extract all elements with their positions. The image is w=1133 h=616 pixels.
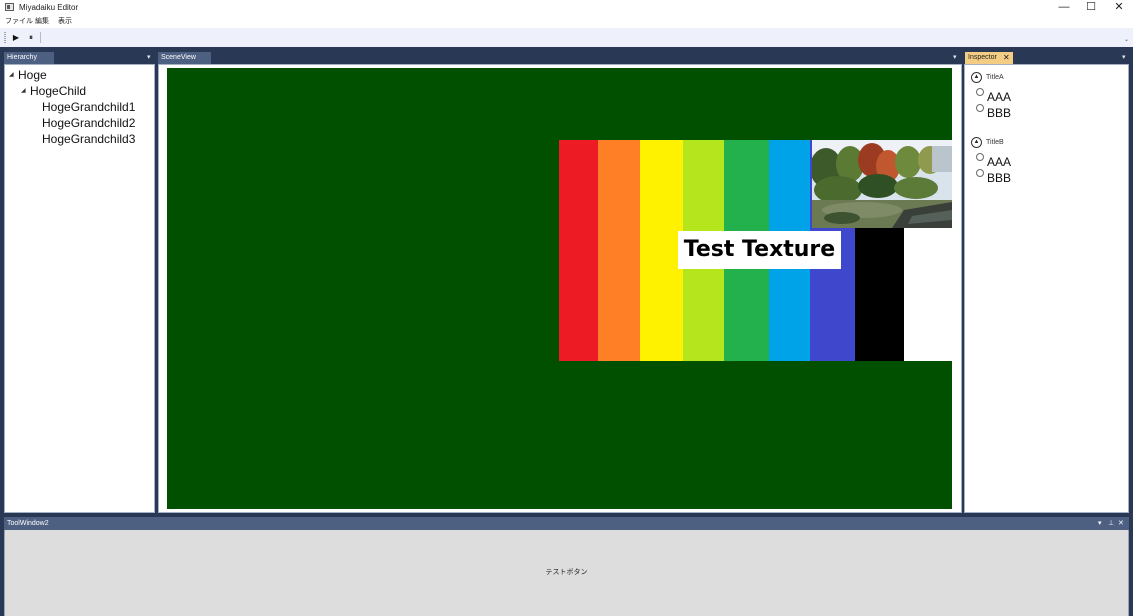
toolbar-grip[interactable] <box>4 32 6 43</box>
radio-label: AAA <box>987 155 1012 169</box>
inspector-panel <box>964 64 1129 513</box>
radio-label: AAA <box>987 90 1012 104</box>
inspector-menu-icon[interactable]: ▾ <box>1122 54 1126 62</box>
tree-expand-icon[interactable]: ◢ <box>9 71 14 79</box>
maximize-button[interactable]: ☐ <box>1077 0 1105 16</box>
radio-button[interactable] <box>976 88 984 96</box>
sceneview-header: SceneView ▾ <box>158 50 962 64</box>
tree-item-hogegrandchild1[interactable]: HogeGrandchild1 <box>42 100 135 114</box>
test-button[interactable]: テストボタン <box>5 530 1128 616</box>
sceneview-menu-icon[interactable]: ▾ <box>953 54 957 62</box>
pin-icon[interactable]: ⊥ <box>1108 518 1114 529</box>
toolwindow-close-icon[interactable]: ✕ <box>1118 518 1124 529</box>
app-icon <box>5 3 14 11</box>
chevron-up-icon[interactable]: ▲ <box>971 137 982 148</box>
radio-button[interactable] <box>976 169 984 177</box>
close-icon[interactable]: ✕ <box>1003 52 1010 64</box>
texture-stripe-orange <box>598 140 640 361</box>
radio-label: BBB <box>987 171 1012 185</box>
menu-edit[interactable]: 編集 <box>35 17 49 27</box>
hierarchy-menu-icon[interactable]: ▾ <box>147 54 151 62</box>
toolbar-overflow-icon[interactable]: ⌄ <box>1124 36 1129 44</box>
toolwindow-title: ToolWindow2 <box>7 520 49 527</box>
tab-hierarchy[interactable]: Hierarchy <box>4 52 54 64</box>
radio-button[interactable] <box>976 153 984 161</box>
inspector-group-a-title: TitleA <box>986 74 1004 81</box>
pause-button[interactable]: ⏸ <box>24 30 38 45</box>
texture-label-box: Test Texture <box>678 231 841 269</box>
tree-item-hogechild[interactable]: HogeChild <box>30 84 86 98</box>
toolwindow-menu-icon[interactable]: ▾ <box>1098 518 1102 529</box>
texture-stripe-red <box>559 140 598 361</box>
texture-label: Test Texture <box>683 237 836 262</box>
tab-inspector[interactable]: Inspector ✕ <box>965 52 1013 64</box>
tree-item-hogegrandchild2[interactable]: HogeGrandchild2 <box>42 116 135 130</box>
close-button[interactable]: ✕ <box>1105 0 1133 16</box>
toolbar-separator <box>40 32 41 43</box>
window-title: Miyadaiku Editor <box>19 3 79 12</box>
radio-button[interactable] <box>976 104 984 112</box>
menu-bar: ファイル 編集 表示 <box>0 16 1133 28</box>
play-button[interactable]: ▶ <box>9 30 23 45</box>
inspector-header: Inspector ✕ ▾ <box>965 50 1129 64</box>
tree-item-hoge[interactable]: Hoge <box>18 68 47 82</box>
menu-view[interactable]: 表示 <box>58 17 72 27</box>
tree-expand-icon[interactable]: ◢ <box>21 87 26 95</box>
toolwindow-header[interactable]: ToolWindow2 ▾ ⊥ ✕ <box>4 517 1129 530</box>
toolbar: ▶ ⏸ ⌄ <box>0 28 1133 47</box>
tab-sceneview[interactable]: SceneView <box>158 52 211 64</box>
minimize-button[interactable]: — <box>1050 0 1078 16</box>
chevron-up-icon[interactable]: ▲ <box>971 72 982 83</box>
inspector-group-b-title: TitleB <box>986 139 1004 146</box>
hierarchy-header: Hierarchy ▾ <box>4 50 155 64</box>
tab-inspector-label: Inspector <box>968 54 997 61</box>
texture-stripe-yellow <box>640 140 683 361</box>
toolwindow-body: テストボタン <box>4 530 1129 616</box>
title-bar: Miyadaiku Editor — ☐ ✕ <box>0 0 1133 16</box>
radio-label: BBB <box>987 106 1012 120</box>
tree-item-hogegrandchild3[interactable]: HogeGrandchild3 <box>42 132 135 146</box>
garden-photo <box>812 140 952 228</box>
menu-file[interactable]: ファイル <box>5 17 33 27</box>
